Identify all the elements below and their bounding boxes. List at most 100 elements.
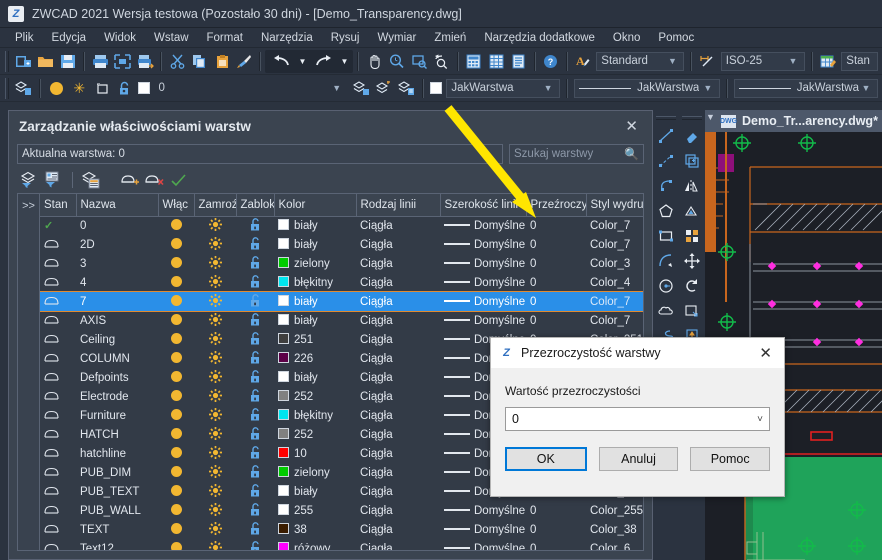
menu-item-zmien[interactable]: Zmień	[425, 30, 475, 46]
offset-icon[interactable]	[681, 198, 703, 223]
cell-lock[interactable]	[236, 273, 274, 292]
cell-linetype[interactable]: Ciągła	[356, 368, 440, 387]
cell-color[interactable]: 226	[274, 349, 356, 368]
cell-name[interactable]: Defpoints	[76, 368, 158, 387]
cell-on[interactable]	[158, 368, 194, 387]
cell-color[interactable]: biały	[274, 482, 356, 501]
cell-on[interactable]	[158, 330, 194, 349]
toolbar-grip[interactable]	[5, 50, 10, 72]
cell-color[interactable]: 252	[274, 387, 356, 406]
cell-lock[interactable]	[236, 330, 274, 349]
cell-plotstyle[interactable]: Color_7	[586, 216, 643, 235]
circle-icon[interactable]	[655, 273, 677, 298]
cell-linetype[interactable]: Ciągła	[356, 387, 440, 406]
chevron-down-icon[interactable]: ▼	[665, 56, 679, 66]
ok-button[interactable]: OK	[505, 447, 587, 471]
menu-item-plik[interactable]: Plik	[6, 30, 43, 46]
cell-freeze[interactable]	[194, 235, 236, 254]
document-tab[interactable]: DWG Demo_Tr...arency.dwg*	[705, 110, 882, 132]
cell-freeze[interactable]	[194, 501, 236, 520]
cell-color[interactable]: błękitny	[274, 273, 356, 292]
erase-icon[interactable]	[681, 123, 703, 148]
rectangle-icon[interactable]	[655, 223, 677, 248]
object-linetype-combo[interactable]: JakWarstwa ▼	[574, 78, 720, 98]
col-przezroczystosc[interactable]: Przeźroczys	[526, 194, 587, 217]
dim-style-combo[interactable]: ISO-25 ▼	[720, 51, 805, 71]
chevron-down-icon[interactable]: ▼	[701, 83, 715, 93]
cell-name[interactable]: 7	[76, 292, 158, 311]
toolbar-grip[interactable]	[656, 116, 676, 120]
menu-item-wymiar[interactable]: Wymiar	[368, 30, 425, 46]
properties-icon[interactable]	[508, 50, 528, 73]
cell-linetype[interactable]: Ciągła	[356, 463, 440, 482]
cell-lock[interactable]	[236, 501, 274, 520]
cell-on[interactable]	[158, 425, 194, 444]
layer-previous-icon[interactable]	[351, 77, 372, 100]
set-current-icon[interactable]	[168, 170, 190, 190]
cell-color[interactable]: błękitny	[274, 406, 356, 425]
cell-linetype[interactable]: Ciągła	[356, 311, 440, 330]
cell-linetype[interactable]: Ciągła	[356, 425, 440, 444]
cut-icon[interactable]	[167, 50, 187, 73]
cell-on[interactable]	[158, 539, 194, 550]
object-lineweight-combo[interactable]: JakWarstwa ▼	[733, 78, 878, 98]
menu-item-narzedzia[interactable]: Narzędzia	[252, 30, 322, 46]
table-row[interactable]: 4 błękitny Ciągła Domyślne 0 Color_4	[40, 273, 643, 292]
layer-name-combo[interactable]: 0 ▼	[155, 79, 348, 98]
cell-transparency[interactable]: 0	[526, 520, 586, 539]
undo-icon[interactable]	[268, 50, 294, 73]
cell-color[interactable]: 252	[274, 425, 356, 444]
cell-freeze[interactable]	[194, 406, 236, 425]
cell-lineweight[interactable]: Domyślne	[440, 311, 526, 330]
cell-linetype[interactable]: Ciągła	[356, 501, 440, 520]
cell-freeze[interactable]	[194, 292, 236, 311]
cell-color[interactable]: biały	[274, 311, 356, 330]
cell-plotstyle[interactable]: Color_7	[586, 311, 643, 330]
line-icon[interactable]	[655, 123, 677, 148]
cell-linetype[interactable]: Ciągła	[356, 482, 440, 501]
match-properties-icon[interactable]	[234, 50, 254, 73]
cell-color[interactable]: biały	[274, 235, 356, 254]
cell-lineweight[interactable]: Domyślne	[440, 216, 526, 235]
polyline-icon[interactable]	[655, 173, 677, 198]
col-rodzaj-linii[interactable]: Rodzaj linii	[356, 194, 441, 217]
cell-on[interactable]	[158, 444, 194, 463]
cell-lock[interactable]	[236, 292, 274, 311]
table-row[interactable]: Text12 różowy Ciągła Domyślne 0 Color_6	[40, 539, 643, 550]
menu-item-okno[interactable]: Okno	[604, 30, 650, 46]
transparency-value-combo[interactable]: 0 ˅	[505, 407, 770, 431]
col-szerokosc-linii[interactable]: Szerokość linii	[440, 194, 527, 217]
print-preview-icon[interactable]	[113, 50, 133, 73]
paste-icon[interactable]	[212, 50, 232, 73]
cell-plotstyle[interactable]: Color_255	[586, 501, 643, 520]
cell-lineweight[interactable]: Domyślne	[440, 235, 526, 254]
menu-item-format[interactable]: Format	[198, 30, 252, 46]
open-folder-icon[interactable]	[36, 50, 56, 73]
menu-item-widok[interactable]: Widok	[95, 30, 145, 46]
cell-lock[interactable]	[236, 425, 274, 444]
cell-linetype[interactable]: Ciągła	[356, 444, 440, 463]
toolbar-grip[interactable]	[5, 77, 10, 99]
cell-state[interactable]	[40, 406, 76, 425]
cell-color[interactable]: biały	[274, 292, 356, 311]
new-file-icon[interactable]	[13, 50, 33, 73]
cell-freeze[interactable]	[194, 387, 236, 406]
redo-dropdown-icon[interactable]: ▼	[338, 50, 350, 73]
cell-lock[interactable]	[236, 349, 274, 368]
menu-item-narzedzia-dodatkowe[interactable]: Narzędzia dodatkowe	[475, 30, 604, 46]
menu-item-wstaw[interactable]: Wstaw	[145, 30, 198, 46]
zoom-window-icon[interactable]	[409, 50, 429, 73]
col-styl-wydruku[interactable]: Styl wydruku	[586, 194, 643, 217]
cancel-button[interactable]: Anuluj	[598, 447, 679, 471]
cell-state[interactable]	[40, 292, 76, 311]
cell-name[interactable]: PUB_TEXT	[76, 482, 158, 501]
cell-freeze[interactable]	[194, 254, 236, 273]
text-style-combo[interactable]: Standard ▼	[596, 51, 685, 71]
cell-color[interactable]: biały	[274, 368, 356, 387]
cell-name[interactable]: 4	[76, 273, 158, 292]
table-style-combo[interactable]: Stan	[841, 51, 878, 71]
cell-lock[interactable]	[236, 235, 274, 254]
object-color-combo[interactable]: JakWarstwa ▼	[446, 78, 561, 98]
chevron-down-icon[interactable]: ▼	[786, 56, 800, 66]
layer-new-vp-icon[interactable]	[92, 77, 113, 100]
